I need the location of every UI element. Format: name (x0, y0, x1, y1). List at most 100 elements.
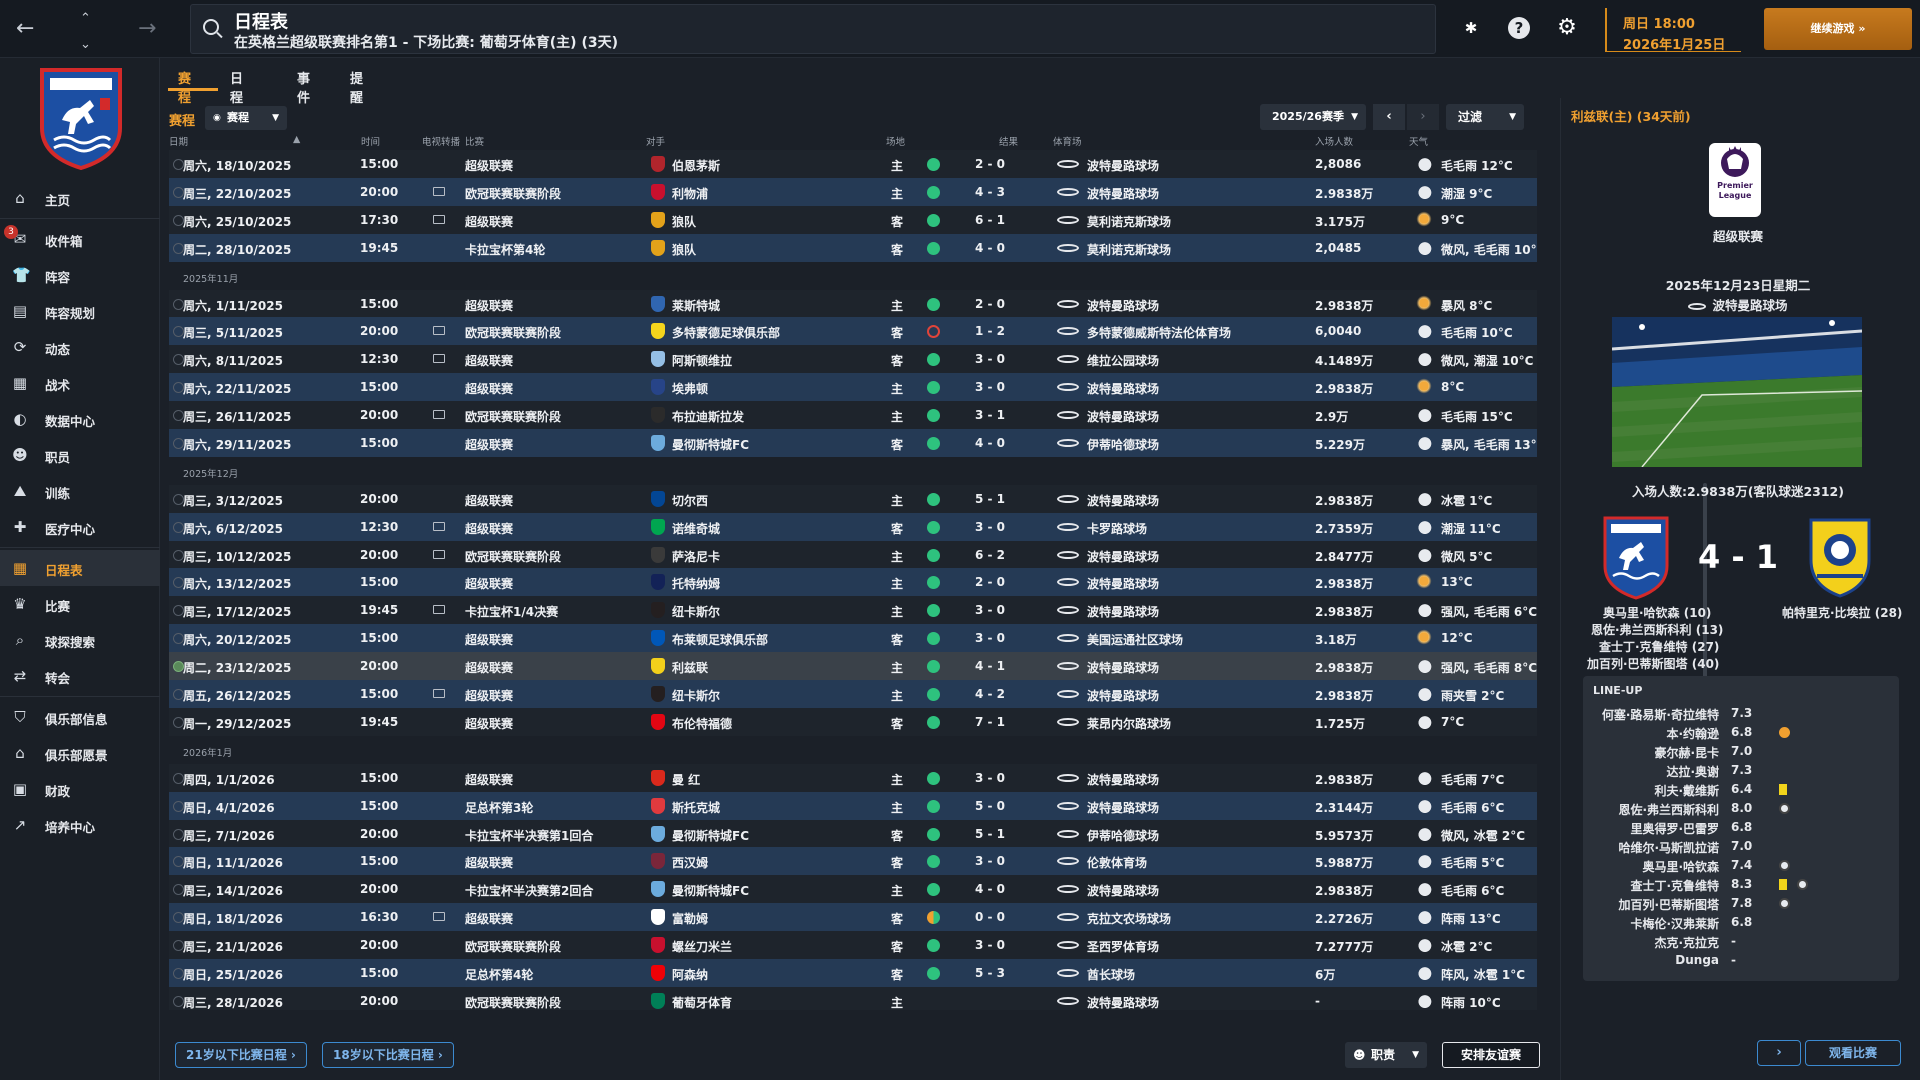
filter-dropdown[interactable]: 过滤 ▼ (1446, 104, 1524, 130)
fixture-score[interactable]: 0 - 0 (975, 910, 1005, 924)
col-header-venue[interactable]: 场地 (886, 134, 905, 148)
fixture-score[interactable]: 3 - 0 (975, 938, 1005, 952)
lineup-row[interactable]: 查士丁·克鲁维特 8.3 (1583, 875, 1899, 894)
fixture-competition[interactable]: 足总杯第3轮 (465, 799, 533, 816)
fixture-competition[interactable]: 欧冠联赛联赛阶段 (465, 185, 561, 202)
player-name[interactable]: 豪尔赫·昆卡 (1654, 744, 1719, 761)
fixture-score[interactable]: 6 - 1 (975, 213, 1005, 227)
lineup-row[interactable]: 奥马里·哈钦森 7.4 (1583, 856, 1899, 875)
fixture-opponent[interactable]: 曼彻斯特城FC (672, 827, 749, 844)
table-row[interactable]: 周六, 20/12/2025 15:00 超级联赛 布莱顿足球俱乐部 客 3 - 0 美国运… (169, 624, 1537, 652)
fixture-score[interactable]: 6 - 2 (975, 548, 1005, 562)
table-row[interactable]: 周一, 29/12/2025 19:45 超级联赛 布伦特福德 客 7 - 1 莱昂内尔路球… (169, 708, 1537, 736)
fixture-competition[interactable]: 卡拉宝杯1/4决赛 (465, 603, 558, 620)
table-row[interactable]: 周三, 7/1/2026 20:00 卡拉宝杯半决赛第1回合 曼彻斯特城FC 客 5 - … (169, 820, 1537, 848)
fixture-competition[interactable]: 超级联赛 (465, 854, 513, 871)
fixture-score[interactable]: 4 - 1 (975, 659, 1005, 673)
fixture-opponent[interactable]: 阿斯顿维拉 (672, 352, 732, 369)
help-icon[interactable]: ? (1508, 17, 1530, 39)
col-header-competition[interactable]: 比赛 (465, 134, 484, 148)
sidebar-item-club-info[interactable]: ⛉ 俱乐部信息 (0, 699, 160, 735)
col-header-weather[interactable]: 天气 (1409, 134, 1428, 148)
player-name[interactable]: 查士丁·克鲁维特 (1630, 877, 1719, 894)
fixture-opponent[interactable]: 曼 红 (672, 771, 700, 788)
fixture-opponent[interactable]: 纽卡斯尔 (672, 687, 720, 704)
col-header-result[interactable]: 结果 (999, 134, 1018, 148)
fixture-score[interactable]: 3 - 0 (975, 380, 1005, 394)
table-row[interactable]: 周三, 5/11/2025 20:00 欧冠联赛联赛阶段 多特蒙德足球俱乐部 客 1 - … (169, 317, 1537, 345)
fixture-opponent[interactable]: 曼彻斯特城FC (672, 882, 749, 899)
table-row[interactable]: 周六, 22/11/2025 15:00 超级联赛 埃弗顿 主 3 - 0 波特曼路球场 2.… (169, 373, 1537, 401)
sidebar-item-scouting[interactable]: ⌕ 球探搜索 (0, 622, 160, 658)
fixture-competition[interactable]: 超级联赛 (465, 492, 513, 509)
fixture-score[interactable]: 2 - 0 (975, 575, 1005, 589)
previous-season-button[interactable]: ‹ (1373, 104, 1405, 130)
player-name[interactable]: 里奥得罗·巴雷罗 (1630, 820, 1719, 837)
sidebar-item-data-hub[interactable]: ◐ 数据中心 (0, 401, 160, 437)
fixture-opponent[interactable]: 狼队 (672, 213, 696, 230)
fixture-opponent[interactable]: 西汉姆 (672, 854, 708, 871)
table-row[interactable]: 周三, 21/1/2026 20:00 欧冠联赛联赛阶段 螺丝刀米兰 客 3 - 0 圣西罗… (169, 931, 1537, 959)
fixture-opponent[interactable]: 多特蒙德足球俱乐部 (672, 324, 780, 341)
club-crest-icon[interactable] (40, 68, 122, 170)
chevron-down-icon[interactable]: ⌄ (80, 34, 91, 56)
fixture-score[interactable]: 3 - 0 (975, 854, 1005, 868)
table-row[interactable]: 周四, 1/1/2026 15:00 超级联赛 曼 红 主 3 - 0 波特曼路球场 2.98… (169, 764, 1537, 792)
sidebar-item-home[interactable]: ⌂ 主页 (0, 180, 160, 216)
player-name[interactable]: 加百列·巴蒂斯图塔 (1618, 896, 1719, 913)
sidebar-item-squad[interactable]: 👕 阵容 (0, 257, 160, 293)
table-row[interactable]: 周三, 14/1/2026 20:00 卡拉宝杯半决赛第2回合 曼彻斯特城FC 主 4 -… (169, 875, 1537, 903)
table-row[interactable]: 周三, 3/12/2025 20:00 超级联赛 切尔西 主 5 - 1 波特曼路球场 2.9… (169, 485, 1537, 513)
player-name[interactable]: 达拉·奥谢 (1666, 763, 1719, 780)
player-name[interactable]: 本·约翰逊 (1666, 725, 1719, 742)
fixture-score[interactable]: 7 - 1 (975, 715, 1005, 729)
fixture-opponent[interactable]: 螺丝刀米兰 (672, 938, 732, 955)
fixture-competition[interactable]: 超级联赛 (465, 910, 513, 927)
back-arrow-icon[interactable]: ← (16, 18, 34, 40)
lineup-row[interactable]: 卡梅伦·汉弗莱斯 6.8 (1583, 913, 1899, 932)
fixture-opponent[interactable]: 斯托克城 (672, 799, 720, 816)
table-row[interactable]: 周五, 26/12/2025 15:00 超级联赛 纽卡斯尔 主 4 - 2 波特曼路球场 2… (169, 680, 1537, 708)
table-row[interactable]: 周三, 17/12/2025 19:45 卡拉宝杯1/4决赛 纽卡斯尔 主 3 - 0 波特… (169, 596, 1537, 624)
table-row[interactable]: 周二, 28/10/2025 19:45 卡拉宝杯第4轮 狼队 客 4 - 0 莫利诺克斯球… (169, 234, 1537, 262)
table-row[interactable]: 周三, 28/1/2026 20:00 欧冠联赛联赛阶段 葡萄牙体育 主 波特曼路球场 - 阵… (169, 987, 1537, 1010)
forward-arrow-icon[interactable]: → (138, 18, 156, 40)
fixture-competition[interactable]: 卡拉宝杯半决赛第1回合 (465, 827, 593, 844)
fixture-opponent[interactable]: 托特纳姆 (672, 575, 720, 592)
fixture-score[interactable]: 5 - 1 (975, 827, 1005, 841)
away-team-crest-icon[interactable] (1807, 516, 1873, 598)
fixture-score[interactable]: 3 - 0 (975, 603, 1005, 617)
fixture-competition[interactable]: 欧冠联赛联赛阶段 (465, 324, 561, 341)
fixture-score[interactable]: 4 - 0 (975, 882, 1005, 896)
fixture-score[interactable]: 4 - 3 (975, 185, 1005, 199)
fixture-competition[interactable]: 超级联赛 (465, 157, 513, 174)
sidebar-item-dynamics[interactable]: ⟳ 动态 (0, 329, 160, 365)
fixture-score[interactable]: 5 - 0 (975, 799, 1005, 813)
watch-match-button[interactable]: 观看比赛 (1805, 1040, 1901, 1066)
col-header-attendance[interactable]: 入场人数 (1315, 134, 1353, 148)
continue-game-button[interactable]: 继续游戏 » (1764, 8, 1912, 50)
lineup-row[interactable]: 恩佐·弗兰西斯科利 8.0 (1583, 799, 1899, 818)
table-row[interactable]: 周六, 25/10/2025 17:30 超级联赛 狼队 客 6 - 1 莫利诺克斯球场 3.… (169, 206, 1537, 234)
fixture-opponent[interactable]: 纽卡斯尔 (672, 603, 720, 620)
season-dropdown[interactable]: 2025/26赛季 ▼ (1260, 104, 1366, 130)
fixture-score[interactable]: 3 - 0 (975, 520, 1005, 534)
table-row[interactable]: 周三, 10/12/2025 20:00 欧冠联赛联赛阶段 萨洛尼卡 主 6 - 2 波特曼… (169, 541, 1537, 569)
col-header-time[interactable]: 时间 (361, 134, 380, 148)
lineup-row[interactable]: 达拉·奥谢 7.3 (1583, 761, 1899, 780)
table-row[interactable]: 周六, 13/12/2025 15:00 超级联赛 托特纳姆 主 2 - 0 波特曼路球场 2… (169, 568, 1537, 596)
player-name[interactable]: 奥马里·哈钦森 (1642, 858, 1719, 875)
chevron-up-icon[interactable]: ⌃ (80, 8, 91, 30)
fixture-opponent[interactable]: 狼队 (672, 241, 696, 258)
fixture-competition[interactable]: 欧冠联赛联赛阶段 (465, 408, 561, 425)
fixture-score[interactable]: 4 - 2 (975, 687, 1005, 701)
fixture-opponent[interactable]: 布伦特福德 (672, 715, 732, 732)
fixture-opponent[interactable]: 诺维奇城 (672, 520, 720, 537)
table-row[interactable]: 周六, 29/11/2025 15:00 超级联赛 曼彻斯特城FC 客 4 - 0 伊蒂哈德… (169, 429, 1537, 457)
fixture-competition[interactable]: 欧冠联赛联赛阶段 (465, 994, 561, 1010)
view-dropdown[interactable]: 赛程 ▼ (205, 106, 287, 130)
table-row[interactable]: 周日, 11/1/2026 15:00 超级联赛 西汉姆 客 3 - 0 伦敦体育场 5.98… (169, 847, 1537, 875)
sidebar-item-medical[interactable]: ✚ 医疗中心 (0, 509, 160, 545)
fixture-score[interactable]: 4 - 0 (975, 241, 1005, 255)
fixture-score[interactable]: 3 - 0 (975, 631, 1005, 645)
